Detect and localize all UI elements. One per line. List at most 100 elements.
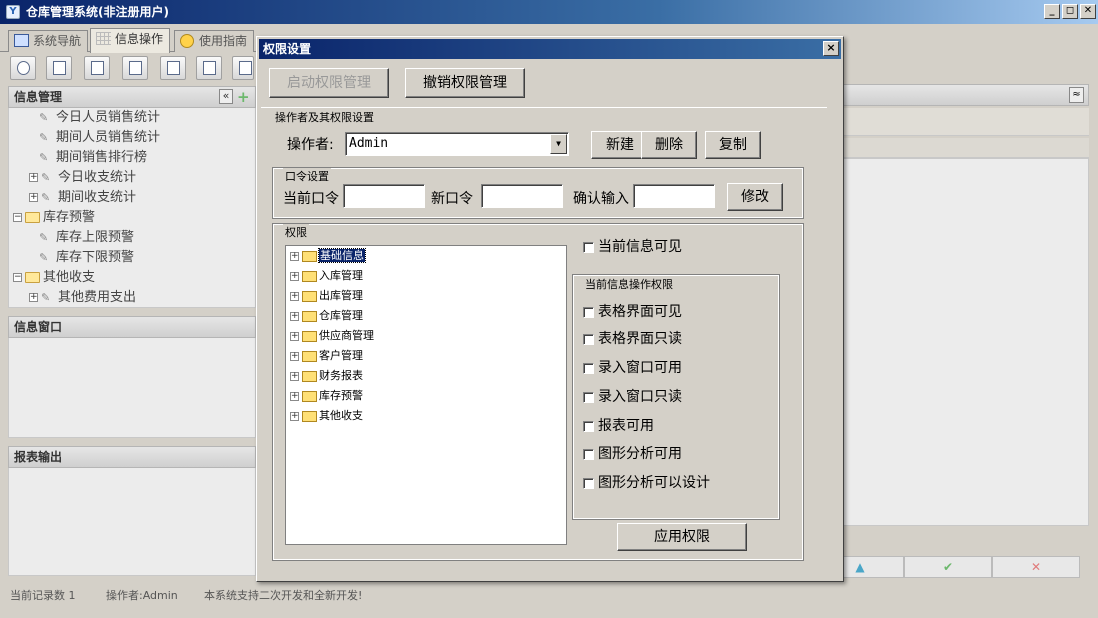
tab-info-ops[interactable]: 信息操作	[90, 28, 170, 53]
collapse-icon[interactable]: «	[219, 89, 233, 104]
operator-value: Admin	[349, 136, 389, 151]
tree-item-label: 今日人员销售统计	[56, 110, 161, 125]
tree-item[interactable]: ✎ 库存下限预警	[39, 248, 134, 268]
collapse-node-icon[interactable]: −	[13, 273, 22, 282]
ops-checkbox-row[interactable]: 图形分析可用	[583, 444, 682, 464]
copy-operator-button[interactable]: 复制	[705, 131, 761, 159]
folder-icon	[302, 310, 317, 322]
dialog-close-button[interactable]: ×	[823, 41, 839, 56]
tree-item-label: 库存预警	[43, 210, 96, 225]
add-icon[interactable]: +	[237, 87, 250, 107]
ops-checkbox-row[interactable]: 录入窗口只读	[583, 387, 682, 407]
checkbox[interactable]	[583, 448, 594, 460]
expand-icon[interactable]: +	[290, 371, 299, 381]
checkbox[interactable]	[583, 391, 594, 403]
permission-tree-item[interactable]: + 客户管理	[290, 346, 363, 366]
new-password-label: 新口令	[431, 191, 473, 207]
tree-item[interactable]: + ✎ 其他费用支出	[29, 288, 136, 308]
permission-tree-item[interactable]: + 其他收支	[290, 406, 363, 426]
close-button[interactable]: ✕	[1080, 4, 1096, 19]
checkbox[interactable]	[583, 362, 594, 374]
permission-tree-item[interactable]: + 库存预警	[290, 386, 363, 406]
confirm-button[interactable]: ✔	[904, 556, 992, 578]
folder-icon	[302, 370, 317, 382]
new-password-input[interactable]	[481, 184, 563, 208]
checkbox[interactable]	[583, 306, 594, 318]
expand-icon[interactable]: +	[290, 331, 299, 341]
export-tool-button[interactable]	[196, 56, 222, 80]
document-icon	[91, 61, 104, 75]
tree-item[interactable]: + ✎ 今日收支统计	[29, 168, 136, 188]
tree-item[interactable]: ✎ 今日人员销售统计	[39, 108, 160, 128]
collapse-node-icon[interactable]: −	[13, 213, 22, 222]
chevron-down-icon[interactable]: ▼	[550, 134, 567, 154]
checkbox[interactable]	[583, 333, 594, 345]
confirm-password-input[interactable]	[633, 184, 715, 208]
cancel-button[interactable]: ✕	[992, 556, 1080, 578]
expand-icon[interactable]: +	[290, 271, 299, 281]
revoke-permission-button[interactable]: 撤销权限管理	[405, 68, 525, 98]
permission-tree-item[interactable]: + 基础信息	[290, 246, 366, 266]
right-toolbar-strip	[843, 108, 1089, 136]
tree-item-label: 仓库管理	[319, 309, 363, 322]
expand-icon[interactable]: +	[290, 411, 299, 421]
tree-item[interactable]: + ✎ 期间收支统计	[29, 188, 136, 208]
permission-tree-item[interactable]: + 财务报表	[290, 366, 363, 386]
modify-password-button[interactable]: 修改	[727, 183, 783, 211]
collapse-up-icon[interactable]: ≈	[1069, 87, 1084, 103]
permission-tree-item[interactable]: + 仓库管理	[290, 306, 363, 326]
folder-icon	[302, 330, 317, 342]
ops-checkbox-row[interactable]: 图形分析可以设计	[583, 473, 710, 493]
expand-icon[interactable]: +	[29, 193, 38, 202]
search-tool-button[interactable]	[10, 56, 36, 80]
tab-user-guide[interactable]: 使用指南	[174, 30, 254, 52]
window-tool-button[interactable]	[160, 56, 186, 80]
permission-tree-item[interactable]: + 供应商管理	[290, 326, 374, 346]
edit-tool-button[interactable]	[122, 56, 148, 80]
expand-icon[interactable]: +	[290, 311, 299, 321]
expand-icon[interactable]: +	[290, 251, 299, 261]
tree-item-label: 出库管理	[319, 289, 363, 302]
ops-checkbox-row[interactable]: 表格界面只读	[583, 329, 682, 349]
expand-icon[interactable]: +	[29, 293, 38, 302]
document-tool-button[interactable]	[84, 56, 110, 80]
tab-system-nav[interactable]: 系统导航	[8, 30, 88, 52]
tool-icon: ✎	[39, 231, 49, 244]
ops-checkbox-row[interactable]: 录入窗口可用	[583, 358, 682, 378]
ops-checkbox-row[interactable]: 报表可用	[583, 416, 654, 436]
cross-icon: ✕	[1030, 560, 1042, 574]
expand-icon[interactable]: +	[290, 351, 299, 361]
expand-icon[interactable]: +	[290, 291, 299, 301]
operator-select[interactable]: Admin ▼	[345, 132, 569, 156]
current-visible-checkbox[interactable]: 当前信息可见	[583, 237, 682, 257]
apply-permission-button[interactable]: 应用权限	[617, 523, 747, 551]
info-window-header: 信息窗口	[8, 316, 256, 338]
tree-item[interactable]: ✎ 期间销售排行榜	[39, 148, 147, 168]
restore-button[interactable]: ◻	[1062, 4, 1078, 19]
checkbox[interactable]	[583, 477, 594, 489]
delete-operator-button[interactable]: 删除	[641, 131, 697, 159]
expand-icon[interactable]: +	[290, 391, 299, 401]
permission-tree-item[interactable]: + 入库管理	[290, 266, 363, 286]
tab-label: 系统导航	[33, 34, 82, 48]
tree-item[interactable]: ✎ 期间人员销售统计	[39, 128, 160, 148]
print-tool-button[interactable]	[232, 56, 254, 80]
tree-item[interactable]: ✎ 库存上限预警	[39, 228, 134, 248]
checkbox[interactable]	[583, 241, 594, 253]
tool-icon: ✎	[41, 171, 51, 184]
enable-permission-button[interactable]: 启动权限管理	[269, 68, 389, 98]
tool-icon: ✎	[39, 251, 49, 264]
ops-checkbox-row[interactable]: 表格界面可见	[583, 302, 682, 322]
checkbox[interactable]	[583, 420, 594, 432]
tree-item-label: 其他费用支出	[58, 290, 137, 305]
expand-icon[interactable]: +	[29, 173, 38, 182]
info-management-header: 信息管理 « +	[8, 86, 256, 108]
list-tool-button[interactable]	[46, 56, 72, 80]
tree-folder[interactable]: − 库存预警	[13, 208, 95, 228]
minimize-button[interactable]: _	[1044, 4, 1060, 19]
tree-folder[interactable]: − 其他收支	[13, 268, 95, 288]
permission-tree-item[interactable]: + 出库管理	[290, 286, 363, 306]
current-password-input[interactable]	[343, 184, 425, 208]
arrow-up-icon: ▲	[855, 560, 865, 574]
panel-title: 报表输出	[14, 450, 63, 464]
